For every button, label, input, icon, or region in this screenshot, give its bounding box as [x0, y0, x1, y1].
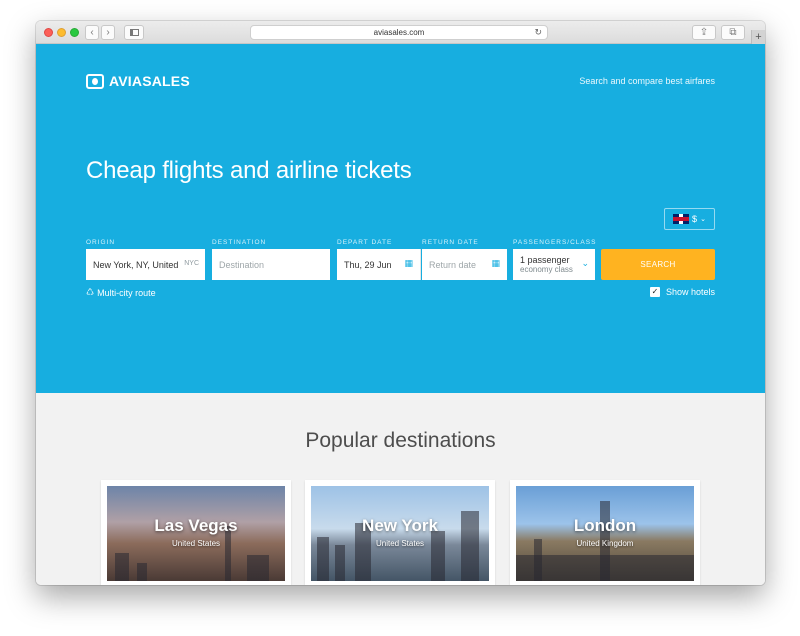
language-currency-selector[interactable]: $ ⌄ [664, 208, 715, 230]
chevron-down-icon: ⌄ [700, 216, 706, 223]
multi-city-link[interactable]: ♺ Multi-city route [86, 287, 156, 298]
new-york-image: New York United States [311, 486, 489, 581]
page-title: Cheap flights and airline tickets [86, 157, 412, 184]
show-hotels-checkbox[interactable]: ✓ Show hotels [649, 287, 715, 297]
destination-field[interactable]: Destination [212, 249, 330, 280]
show-hotels-label: Show hotels [665, 287, 715, 297]
multi-city-label: Multi-city route [97, 287, 156, 298]
building-shape [137, 563, 147, 581]
back-button[interactable]: ‹ [85, 25, 99, 40]
card-country: United States [171, 539, 221, 548]
popular-destinations-section: Popular destinations Las Vegas United St… [36, 393, 765, 585]
origin-value: New York, NY, United [93, 259, 179, 270]
browser-titlebar: ‹ › aviasales.com ↻ ⇪ ⧉ + [36, 21, 765, 44]
card-city: New York [362, 516, 438, 535]
uk-flag-icon [673, 214, 690, 224]
currency-symbol: $ [692, 214, 698, 224]
building-shape [247, 555, 269, 581]
hero-section: AVIASALES Search and compare best airfar… [36, 44, 765, 393]
return-date-placeholder: Return date [429, 259, 477, 270]
depart-date-field[interactable]: Thu, 29 Jun ▦ [337, 249, 421, 280]
card-city: Las Vegas [154, 516, 238, 535]
passengers-label: PASSENGERS/CLASS [513, 239, 597, 246]
close-window-button[interactable] [44, 28, 53, 37]
share-button[interactable]: ⇪ [692, 25, 716, 40]
origin-iata: NYC [184, 260, 199, 267]
destination-card-london[interactable]: London United Kingdom [510, 480, 700, 585]
reload-icon[interactable]: ↻ [534, 26, 542, 39]
address-bar[interactable]: aviasales.com ↻ [250, 25, 548, 40]
url-text: aviasales.com [373, 28, 425, 37]
destination-card-new-york[interactable]: New York United States [305, 480, 495, 585]
search-button[interactable]: SEARCH [601, 249, 715, 280]
site-logo[interactable]: AVIASALES [86, 73, 190, 89]
card-country: United States [375, 539, 425, 548]
card-city: London [573, 516, 637, 535]
calendar-icon: ▦ [491, 258, 500, 268]
passenger-count: 1 passenger [520, 255, 570, 265]
destination-label: DESTINATION [212, 239, 267, 246]
share-icon: ⇪ [699, 26, 709, 38]
destination-card-las-vegas[interactable]: Las Vegas United States [101, 480, 291, 585]
chevron-down-icon: ⌄ [581, 258, 589, 268]
building-shape [115, 553, 129, 581]
card-country: United Kingdom [576, 539, 634, 548]
sidebar-icon [129, 29, 139, 36]
return-date-label: RETURN DATE [422, 239, 479, 246]
depart-date-label: DEPART DATE [337, 239, 393, 246]
forward-button[interactable]: › [101, 25, 115, 40]
return-date-field[interactable]: Return date ▦ [422, 249, 507, 280]
passengers-selector[interactable]: 1 passenger economy class ⌄ [513, 249, 595, 280]
browser-window: ‹ › aviasales.com ↻ ⇪ ⧉ + AVIASALES Sear… [36, 21, 765, 585]
new-tab-button[interactable]: + [751, 30, 765, 44]
depart-date-value: Thu, 29 Jun [344, 259, 392, 270]
tagline: Search and compare best airfares [579, 76, 715, 86]
logo-text: AVIASALES [109, 73, 190, 89]
zoom-window-button[interactable] [70, 28, 79, 37]
sidebar-toggle-button[interactable] [124, 25, 144, 40]
passenger-class: economy class [520, 265, 573, 274]
checkmark-icon: ✓ [649, 287, 660, 297]
london-image: London United Kingdom [516, 486, 694, 581]
building-shape [335, 545, 345, 581]
chevron-left-icon: ‹ [90, 26, 94, 38]
tabs-overview-button[interactable]: ⧉ [721, 25, 745, 40]
logo-icon [86, 73, 104, 89]
origin-label: ORIGIN [86, 239, 116, 246]
calendar-icon: ▦ [404, 258, 413, 268]
las-vegas-image: Las Vegas United States [107, 486, 285, 581]
recycle-route-icon: ♺ [86, 287, 95, 297]
section-title: Popular destinations [305, 429, 496, 452]
minimize-window-button[interactable] [57, 28, 66, 37]
chevron-right-icon: › [106, 26, 110, 38]
destination-placeholder: Destination [219, 259, 265, 270]
origin-field[interactable]: New York, NY, United NYC [86, 249, 205, 280]
tabs-icon: ⧉ [729, 26, 737, 38]
